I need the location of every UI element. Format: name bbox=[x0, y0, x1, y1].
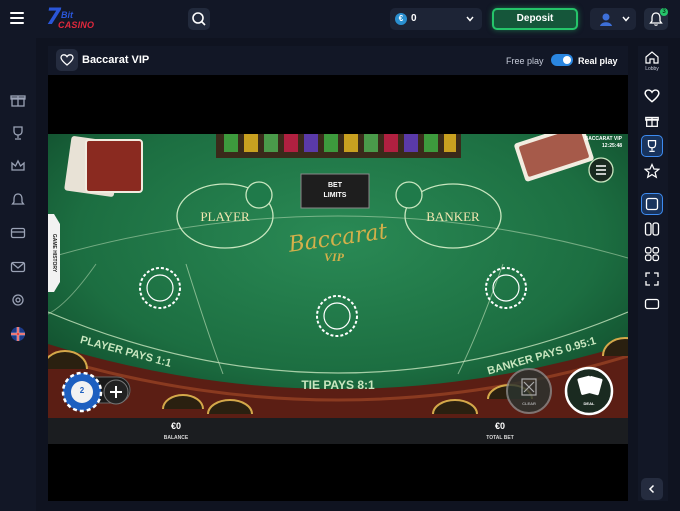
balance-amount: €0 bbox=[170, 421, 181, 431]
chevron-down-icon bbox=[622, 16, 630, 22]
banker-bet-label[interactable]: BANKER bbox=[405, 209, 501, 225]
menu-icon[interactable] bbox=[10, 12, 24, 24]
heart-icon bbox=[644, 89, 660, 103]
gift-icon[interactable] bbox=[9, 91, 27, 109]
real-play-label[interactable]: Real play bbox=[578, 56, 618, 66]
search-button[interactable] bbox=[188, 8, 210, 30]
search-icon bbox=[192, 12, 206, 26]
game-history-tab[interactable]: GAME HISTORY bbox=[51, 221, 57, 285]
trophy-icon[interactable] bbox=[9, 124, 27, 142]
baccarat-logo-vip: VIP bbox=[323, 250, 344, 264]
selected-chip-value[interactable]: 2 bbox=[74, 386, 90, 395]
logo-bit: Bit bbox=[61, 10, 73, 20]
bet-limits-label-1[interactable]: BET bbox=[301, 182, 369, 189]
gift-sidebar-button[interactable] bbox=[641, 110, 663, 132]
lobby-label[interactable]: Lobby bbox=[640, 66, 664, 72]
avatar-icon bbox=[600, 13, 612, 26]
euro-coin-icon: € bbox=[395, 13, 407, 25]
card-deck-left bbox=[64, 136, 143, 197]
site-logo[interactable]: 7 Bit CASINO bbox=[44, 5, 94, 31]
tie-pays-label: TIE PAYS 8:1 bbox=[301, 378, 375, 392]
view-single-button[interactable] bbox=[641, 193, 663, 215]
notification-count-badge: 3 bbox=[660, 8, 668, 16]
view-quad-button[interactable] bbox=[641, 243, 663, 265]
table-title-label: BACCARAT VIP bbox=[584, 136, 622, 142]
fullscreen-icon bbox=[645, 272, 659, 286]
deal-button-label[interactable]: DEAL bbox=[574, 401, 604, 406]
card-icon[interactable] bbox=[9, 224, 27, 242]
collapse-sidebar-button[interactable] bbox=[641, 478, 663, 500]
view-double-button[interactable] bbox=[641, 218, 663, 240]
baccarat-table[interactable]: BACCARAT VIP 12:25:48 BET LIMITS PLAYER … bbox=[48, 134, 628, 432]
game-status-bar: €0 BALANCE €0 TOTAL BET bbox=[48, 418, 628, 444]
crown-icon[interactable] bbox=[9, 157, 27, 175]
theater-icon bbox=[644, 298, 660, 310]
free-play-label[interactable]: Free play bbox=[506, 56, 544, 66]
top-bar bbox=[0, 0, 680, 38]
favorite-button[interactable] bbox=[56, 49, 78, 71]
view-quad-icon bbox=[644, 246, 660, 262]
deposit-button[interactable]: Deposit bbox=[492, 8, 578, 30]
clear-button-label[interactable]: CLEAR bbox=[514, 401, 544, 406]
trophy-icon bbox=[647, 140, 657, 152]
bell-icon[interactable] bbox=[9, 191, 27, 209]
bet-limits-label-2[interactable]: LIMITS bbox=[301, 192, 369, 199]
total-bet-amount: €0 bbox=[494, 421, 505, 431]
balance-selector[interactable]: € 0 bbox=[390, 8, 482, 30]
flag-uk-icon[interactable] bbox=[9, 325, 27, 343]
view-double-icon bbox=[644, 222, 660, 236]
gift-icon bbox=[645, 116, 659, 127]
star-sidebar-button[interactable] bbox=[641, 160, 663, 182]
home-icon[interactable] bbox=[644, 50, 660, 64]
balance-value: 0 bbox=[411, 13, 417, 24]
chevron-down-icon bbox=[466, 16, 474, 22]
view-single-icon bbox=[645, 197, 659, 211]
player-bet-label[interactable]: PLAYER bbox=[177, 209, 273, 225]
balance-label: BALANCE bbox=[163, 435, 189, 441]
fullscreen-button[interactable] bbox=[641, 268, 663, 290]
chevron-left-icon bbox=[648, 484, 655, 494]
logo-casino: CASINO bbox=[58, 20, 95, 30]
theater-mode-button[interactable] bbox=[641, 293, 663, 315]
profile-menu-button[interactable] bbox=[590, 8, 636, 30]
star-icon bbox=[644, 163, 660, 179]
total-bet-label: TOTAL BET bbox=[486, 435, 514, 441]
favorite-sidebar-button[interactable] bbox=[641, 85, 663, 107]
trophy-sidebar-button[interactable] bbox=[641, 135, 663, 157]
clock-label: 12:25:48 bbox=[601, 143, 622, 149]
mail-icon[interactable] bbox=[9, 258, 27, 276]
support-icon[interactable] bbox=[9, 291, 27, 309]
game-title: Baccarat VIP bbox=[82, 54, 150, 66]
heart-icon bbox=[60, 54, 74, 66]
play-mode-toggle[interactable] bbox=[551, 54, 573, 66]
